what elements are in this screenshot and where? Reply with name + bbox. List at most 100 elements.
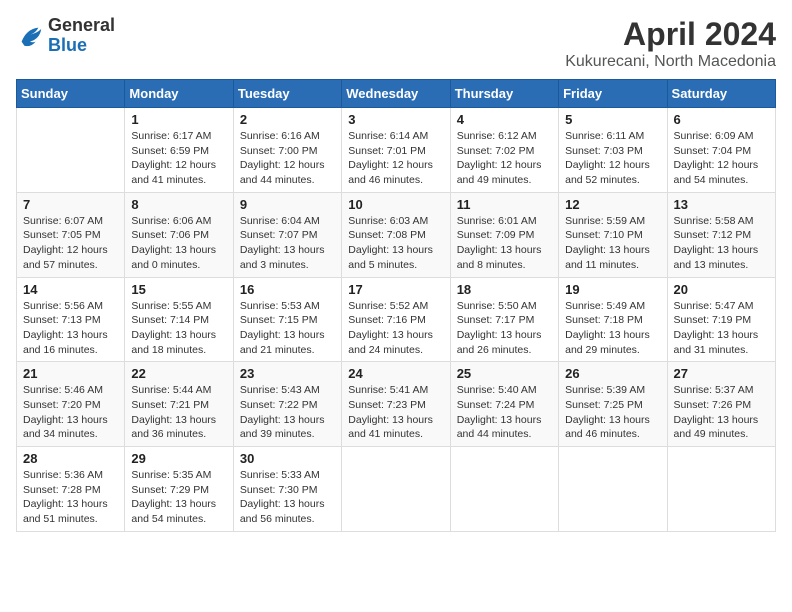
calendar-cell [342,447,450,532]
calendar-cell: 10Sunrise: 6:03 AMSunset: 7:08 PMDayligh… [342,192,450,277]
day-info: Sunrise: 5:40 AMSunset: 7:24 PMDaylight:… [457,383,552,442]
day-number: 3 [348,112,443,127]
day-info: Sunrise: 5:53 AMSunset: 7:15 PMDaylight:… [240,299,335,358]
day-info: Sunrise: 6:06 AMSunset: 7:06 PMDaylight:… [131,214,226,273]
day-number: 16 [240,282,335,297]
title-area: April 2024 Kukurecani, North Macedonia [565,16,776,71]
day-number: 6 [674,112,769,127]
day-number: 4 [457,112,552,127]
day-info: Sunrise: 6:12 AMSunset: 7:02 PMDaylight:… [457,129,552,188]
calendar-cell [17,108,125,193]
calendar-cell: 7 Sunrise: 6:07 AMSunset: 7:05 PMDaylight… [17,192,125,277]
calendar-week-row: 21 Sunrise: 5:46 AMSunset: 7:20 PMDayligh… [17,362,776,447]
calendar-cell: 29Sunrise: 5:35 AMSunset: 7:29 PMDayligh… [125,447,233,532]
day-number: 22 [131,366,226,381]
day-info: Sunrise: 5:47 AMSunset: 7:19 PMDaylight:… [674,299,769,358]
page-header: General Blue April 2024 Kukurecani, Nort… [16,16,776,71]
day-number: 2 [240,112,335,127]
day-info: Sunrise: 5:35 AMSunset: 7:29 PMDaylight:… [131,468,226,527]
logo-blue: Blue [48,36,115,56]
day-number: 18 [457,282,552,297]
day-number: 30 [240,451,335,466]
day-info: Sunrise: 5:50 AMSunset: 7:17 PMDaylight:… [457,299,552,358]
calendar-week-row: 1 Sunrise: 6:17 AMSunset: 6:59 PMDaylight… [17,108,776,193]
day-number: 1 [131,112,226,127]
column-header-tuesday: Tuesday [233,80,341,108]
day-info: Sunrise: 5:39 AMSunset: 7:25 PMDaylight:… [565,383,660,442]
day-number: 21 [23,366,118,381]
calendar-cell: 15 Sunrise: 5:55 AMSunset: 7:14 PMDayligh… [125,277,233,362]
day-number: 11 [457,197,552,212]
calendar-cell: 26 Sunrise: 5:39 AMSunset: 7:25 PMDayligh… [559,362,667,447]
calendar-cell: 5Sunrise: 6:11 AMSunset: 7:03 PMDaylight… [559,108,667,193]
calendar-cell: 18 Sunrise: 5:50 AMSunset: 7:17 PMDayligh… [450,277,558,362]
day-number: 14 [23,282,118,297]
logo-general: General [48,16,115,36]
day-number: 24 [348,366,443,381]
calendar-header-row: SundayMondayTuesdayWednesdayThursdayFrid… [17,80,776,108]
day-info: Sunrise: 5:49 AMSunset: 7:18 PMDaylight:… [565,299,660,358]
day-info: Sunrise: 6:16 AMSunset: 7:00 PMDaylight:… [240,129,335,188]
day-number: 5 [565,112,660,127]
day-info: Sunrise: 6:09 AMSunset: 7:04 PMDaylight:… [674,129,769,188]
day-info: Sunrise: 5:43 AMSunset: 7:22 PMDaylight:… [240,383,335,442]
calendar-cell: 23 Sunrise: 5:43 AMSunset: 7:22 PMDayligh… [233,362,341,447]
calendar-cell: 20 Sunrise: 5:47 AMSunset: 7:19 PMDayligh… [667,277,775,362]
day-number: 13 [674,197,769,212]
day-number: 7 [23,197,118,212]
day-info: Sunrise: 6:07 AMSunset: 7:05 PMDaylight:… [23,214,118,273]
calendar-week-row: 28Sunrise: 5:36 AMSunset: 7:28 PMDayligh… [17,447,776,532]
calendar-cell: 28Sunrise: 5:36 AMSunset: 7:28 PMDayligh… [17,447,125,532]
calendar-cell: 16 Sunrise: 5:53 AMSunset: 7:15 PMDayligh… [233,277,341,362]
calendar-cell [667,447,775,532]
column-header-thursday: Thursday [450,80,558,108]
column-header-saturday: Saturday [667,80,775,108]
day-number: 20 [674,282,769,297]
day-info: Sunrise: 5:52 AMSunset: 7:16 PMDaylight:… [348,299,443,358]
day-number: 19 [565,282,660,297]
day-info: Sunrise: 5:55 AMSunset: 7:14 PMDaylight:… [131,299,226,358]
location: Kukurecani, North Macedonia [565,53,776,71]
calendar-cell: 24Sunrise: 5:41 AMSunset: 7:23 PMDayligh… [342,362,450,447]
column-header-monday: Monday [125,80,233,108]
calendar-cell: 9 Sunrise: 6:04 AMSunset: 7:07 PMDaylight… [233,192,341,277]
calendar-cell: 19 Sunrise: 5:49 AMSunset: 7:18 PMDayligh… [559,277,667,362]
calendar-cell: 14Sunrise: 5:56 AMSunset: 7:13 PMDayligh… [17,277,125,362]
column-header-sunday: Sunday [17,80,125,108]
day-info: Sunrise: 6:14 AMSunset: 7:01 PMDaylight:… [348,129,443,188]
day-number: 23 [240,366,335,381]
day-info: Sunrise: 5:59 AMSunset: 7:10 PMDaylight:… [565,214,660,273]
calendar-cell: 12 Sunrise: 5:59 AMSunset: 7:10 PMDayligh… [559,192,667,277]
day-number: 27 [674,366,769,381]
day-number: 26 [565,366,660,381]
day-number: 17 [348,282,443,297]
day-info: Sunrise: 5:33 AMSunset: 7:30 PMDaylight:… [240,468,335,527]
calendar-cell: 11Sunrise: 6:01 AMSunset: 7:09 PMDayligh… [450,192,558,277]
month-title: April 2024 [565,16,776,53]
calendar-table: SundayMondayTuesdayWednesdayThursdayFrid… [16,79,776,532]
column-header-friday: Friday [559,80,667,108]
day-info: Sunrise: 5:58 AMSunset: 7:12 PMDaylight:… [674,214,769,273]
day-number: 15 [131,282,226,297]
day-info: Sunrise: 5:36 AMSunset: 7:28 PMDaylight:… [23,468,118,527]
day-info: Sunrise: 6:17 AMSunset: 6:59 PMDaylight:… [131,129,226,188]
calendar-cell: 27Sunrise: 5:37 AMSunset: 7:26 PMDayligh… [667,362,775,447]
calendar-cell: 30 Sunrise: 5:33 AMSunset: 7:30 PMDayligh… [233,447,341,532]
day-number: 9 [240,197,335,212]
logo-bird-icon [16,22,44,50]
calendar-cell: 1 Sunrise: 6:17 AMSunset: 6:59 PMDaylight… [125,108,233,193]
day-number: 10 [348,197,443,212]
calendar-cell: 6 Sunrise: 6:09 AMSunset: 7:04 PMDaylight… [667,108,775,193]
logo: General Blue [16,16,115,56]
calendar-week-row: 14Sunrise: 5:56 AMSunset: 7:13 PMDayligh… [17,277,776,362]
calendar-cell: 3 Sunrise: 6:14 AMSunset: 7:01 PMDaylight… [342,108,450,193]
day-info: Sunrise: 5:44 AMSunset: 7:21 PMDaylight:… [131,383,226,442]
calendar-cell: 13 Sunrise: 5:58 AMSunset: 7:12 PMDayligh… [667,192,775,277]
day-number: 12 [565,197,660,212]
calendar-cell: 21 Sunrise: 5:46 AMSunset: 7:20 PMDayligh… [17,362,125,447]
day-info: Sunrise: 5:46 AMSunset: 7:20 PMDaylight:… [23,383,118,442]
calendar-cell: 17 Sunrise: 5:52 AMSunset: 7:16 PMDayligh… [342,277,450,362]
calendar-week-row: 7 Sunrise: 6:07 AMSunset: 7:05 PMDaylight… [17,192,776,277]
day-info: Sunrise: 6:04 AMSunset: 7:07 PMDaylight:… [240,214,335,273]
calendar-cell: 8Sunrise: 6:06 AMSunset: 7:06 PMDaylight… [125,192,233,277]
